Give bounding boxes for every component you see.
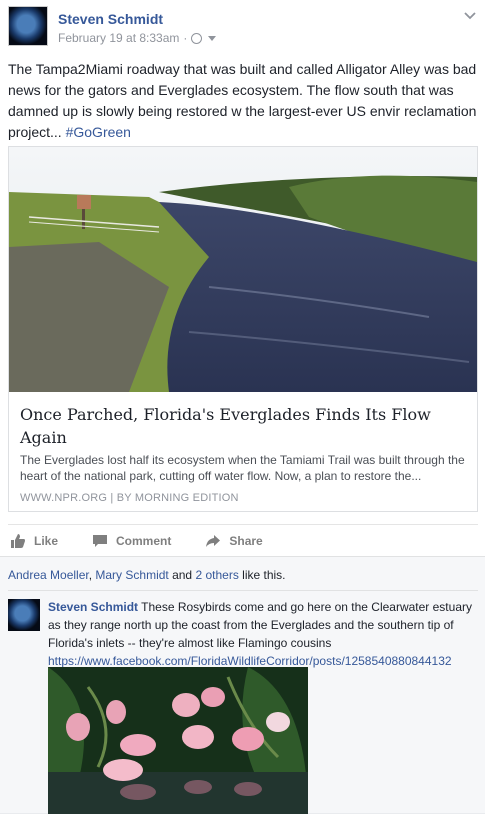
comment-body: Steven Schmidt These Rosybirds come and … <box>48 598 478 670</box>
link-preview-image[interactable] <box>9 147 477 392</box>
post-meta: February 19 at 8:33am · <box>58 31 217 45</box>
post-author-name[interactable]: Steven Schmidt <box>58 11 163 27</box>
facebook-post: Steven Schmidt February 19 at 8:33am · T… <box>0 0 485 814</box>
comment-link[interactable]: https://www.facebook.com/FloridaWildlife… <box>48 654 452 668</box>
meta-separator: · <box>183 31 188 45</box>
post-actions-bar: Like Comment Share <box>8 524 478 556</box>
post-text: The Tampa2Miami roadway that was built a… <box>8 59 478 143</box>
share-button[interactable]: Share <box>205 533 263 549</box>
like-button[interactable]: Like <box>10 533 58 549</box>
link-source: WWW.NPR.ORG | BY MORNING EDITION <box>20 492 239 504</box>
comment-icon <box>93 534 108 547</box>
likes-suffix: like this. <box>238 568 286 582</box>
globe-icon[interactable] <box>191 32 203 44</box>
post-timestamp[interactable]: February 19 at 8:33am <box>58 31 179 45</box>
like-icon <box>11 533 25 548</box>
others-link[interactable]: 2 others <box>195 568 238 582</box>
liker-link[interactable]: Mary Schmidt <box>95 568 168 582</box>
hashtag-link[interactable]: #GoGreen <box>66 124 131 140</box>
share-label: Share <box>229 533 263 548</box>
comment-button[interactable]: Comment <box>92 533 171 549</box>
likes-and: and <box>168 568 196 582</box>
liker-link[interactable]: Andrea Moeller <box>8 568 89 582</box>
divider <box>8 590 478 591</box>
feedback-section: Andrea Moeller, Mary Schmidt and 2 other… <box>0 556 485 814</box>
link-preview-card[interactable]: Once Parched, Florida's Everglades Finds… <box>8 146 478 512</box>
chevron-down-icon[interactable] <box>463 8 477 22</box>
like-label: Like <box>34 533 59 548</box>
comment-label: Comment <box>116 533 172 548</box>
author-avatar[interactable] <box>8 6 48 46</box>
link-description: The Everglades lost half its ecosystem w… <box>20 453 465 483</box>
share-icon <box>206 534 221 547</box>
link-title[interactable]: Once Parched, Florida's Everglades Finds… <box>20 403 466 449</box>
likes-summary: Andrea Moeller, Mary Schmidt and 2 other… <box>8 568 286 582</box>
caret-down-icon[interactable] <box>208 35 217 41</box>
commenter-avatar[interactable] <box>8 599 40 631</box>
commenter-name[interactable]: Steven Schmidt <box>48 600 138 614</box>
comment-attachment-image[interactable] <box>48 667 308 814</box>
